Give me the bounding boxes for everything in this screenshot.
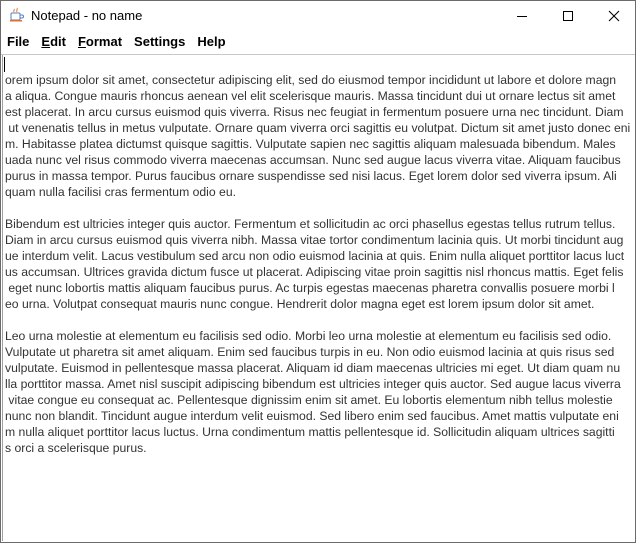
close-button[interactable]: [591, 1, 635, 31]
title-bar[interactable]: Notepad - no name: [1, 1, 635, 31]
text-line: [5, 312, 632, 328]
menu-file[interactable]: File: [1, 31, 35, 53]
text-line: Leo urna molestie at elementum eu facili…: [5, 329, 612, 343]
menu-edit[interactable]: Edit: [35, 31, 72, 53]
menu-edit-mnemonic: E: [41, 34, 51, 49]
text-line: Diam in arcu cursus euismod quis viverra…: [5, 233, 624, 247]
text-line: orem ipsum dolor sit amet, consectetur a…: [5, 73, 617, 87]
text-line: Vulputate ut pharetra sit amet aliquam. …: [5, 345, 615, 359]
minimize-icon: [517, 16, 527, 17]
text-line: [5, 200, 632, 216]
menu-bar: File Edit Format Settings Help: [1, 31, 635, 53]
text-line: lla porttitor massa. Amet nisl suscipit …: [5, 377, 621, 391]
text-line: m. Habitasse platea dictumst quisque sag…: [5, 137, 616, 151]
menu-format[interactable]: Format: [72, 31, 128, 53]
text-line: ue interdum velit. Lacus vestibulum sed …: [5, 249, 625, 263]
text-line: us accumsan. Ultrices gravida dictum fus…: [5, 265, 624, 279]
text-line: est placerat. In arcu cursus euismod qui…: [5, 105, 624, 119]
editor-text[interactable]: orem ipsum dolor sit amet, consectetur a…: [5, 72, 632, 456]
text-editor-area[interactable]: orem ipsum dolor sit amet, consectetur a…: [2, 55, 632, 541]
text-line: a aliqua. Congue mauris rhoncus aenean v…: [5, 89, 616, 103]
menu-format-label: ormat: [85, 34, 123, 49]
text-line: quam nulla facilisi cras fermentum odio …: [5, 185, 236, 199]
maximize-icon: [563, 11, 573, 21]
minimize-button[interactable]: [499, 1, 545, 31]
menu-help[interactable]: Help: [191, 31, 231, 53]
window-title: Notepad - no name: [31, 8, 143, 23]
close-icon: [608, 10, 620, 22]
text-line: eget nunc lobortis mattis aliquam faucib…: [5, 281, 615, 295]
menu-edit-label: dit: [50, 34, 66, 49]
text-line: uada nunc vel risus commodo viverra maec…: [5, 153, 621, 167]
text-line: Bibendum est ultricies integer quis auct…: [5, 217, 616, 231]
maximize-button[interactable]: [545, 1, 591, 31]
text-caret: [4, 57, 5, 72]
text-line: vulputate. Euismod in pellentesque massa…: [5, 361, 621, 375]
text-line: eo urna. Volutpat consequat mauris nunc …: [5, 297, 595, 311]
menu-help-label: Help: [197, 34, 226, 49]
text-line: s orci a scelerisque purus.: [5, 441, 147, 455]
text-line: vitae congue eu consequat ac. Pellentesq…: [5, 393, 613, 407]
text-line: ut venenatis tellus in metus vulputate. …: [5, 121, 631, 135]
text-line: purus in massa tempor. Purus faucibus or…: [5, 169, 617, 183]
menu-format-mnemonic: F: [77, 34, 86, 49]
menu-settings[interactable]: Settings: [128, 31, 191, 53]
java-coffee-cup-icon: [9, 7, 25, 23]
notepad-window: Notepad - no name File Edit Format Setti…: [0, 0, 636, 543]
menu-settings-label: Settings: [134, 34, 186, 49]
menu-file-label: File: [7, 34, 30, 49]
text-line: m nulla aliquet porttitor lacus luctus. …: [5, 425, 615, 439]
text-line: nunc non blandit. Tincidunt augue interd…: [5, 409, 619, 423]
